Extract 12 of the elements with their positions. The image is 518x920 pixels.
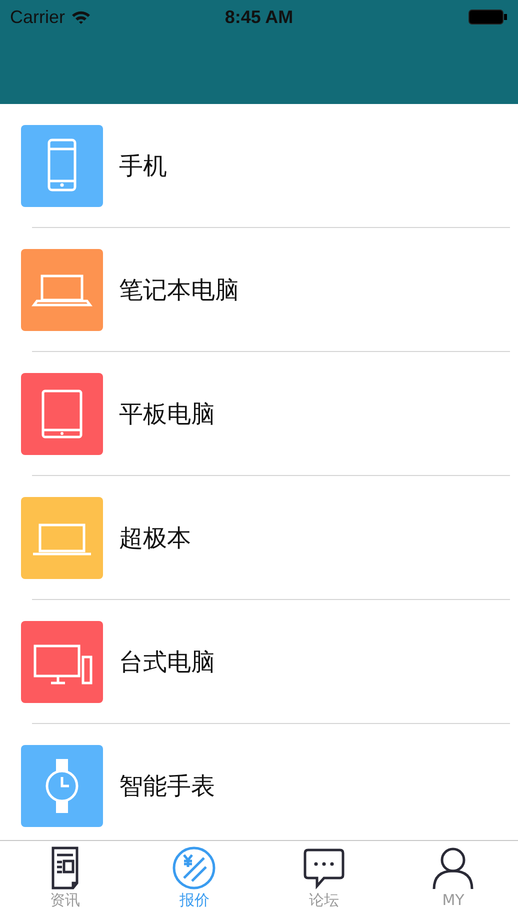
category-label[interactable]: 平板电脑 xyxy=(119,398,215,430)
category-label[interactable]: 超极本 xyxy=(119,522,191,554)
status-time: 8:45 AM xyxy=(224,6,294,28)
category-label[interactable]: 台式电脑 xyxy=(119,646,215,678)
category-label[interactable]: 智能手表 xyxy=(119,770,215,802)
category-label[interactable]: 手机 xyxy=(119,150,167,182)
battery-icon xyxy=(468,9,508,25)
carrier-name: Carrier xyxy=(10,6,66,28)
person-icon xyxy=(431,845,476,891)
yuan-pen-icon xyxy=(172,845,216,891)
category-label[interactable]: 笔记本电脑 xyxy=(119,274,239,306)
wifi-icon xyxy=(71,10,92,24)
